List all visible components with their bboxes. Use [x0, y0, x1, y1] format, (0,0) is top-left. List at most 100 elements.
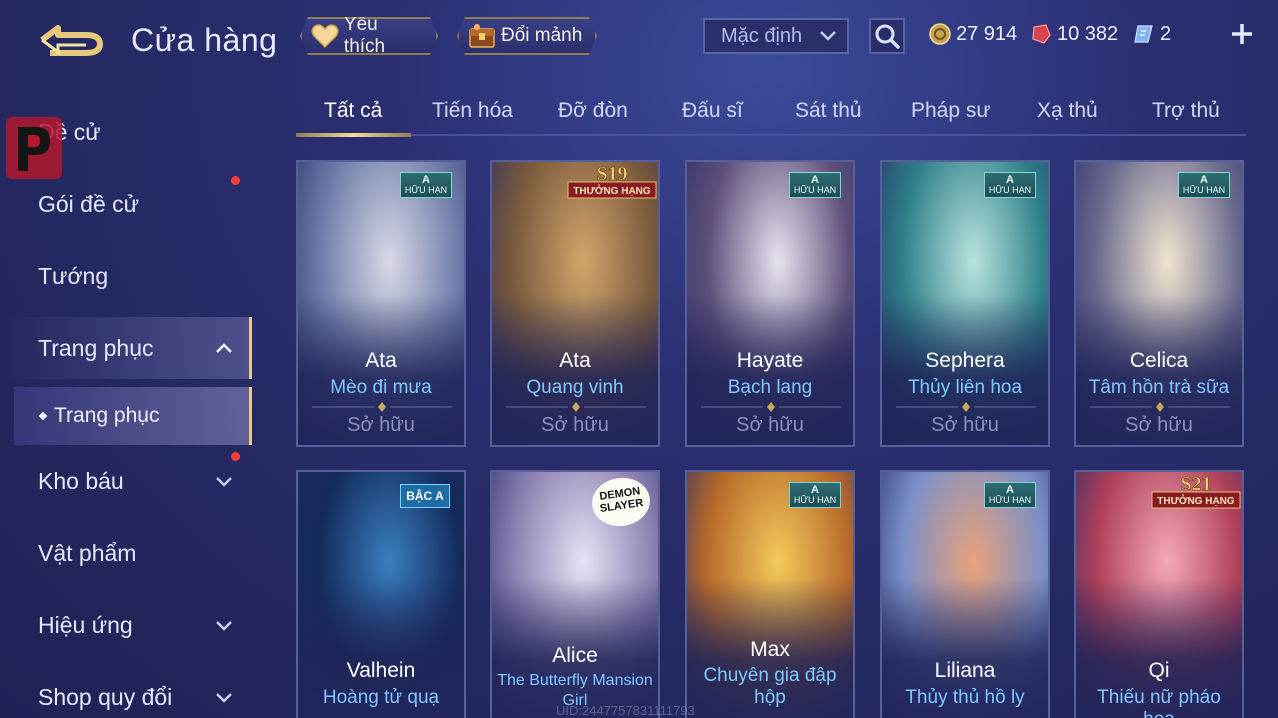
user-id-watermark: UID:2447757831111793 — [556, 703, 695, 718]
svg-text:S19: S19 — [596, 163, 627, 185]
chevron-up-icon — [216, 343, 232, 353]
hero-name: Liliana — [934, 659, 996, 682]
add-currency-icon[interactable] — [1228, 20, 1256, 48]
tab-fighter[interactable]: Đấu sĩ — [682, 99, 743, 123]
fragment-exchange-button[interactable]: Đổi mảnh — [457, 17, 597, 55]
tab-support[interactable]: Trợ thủ — [1152, 99, 1220, 123]
sort-selected-value: Mặc định — [721, 24, 803, 47]
svg-text:THƯỞNG HẠNG: THƯỞNG HẠNG — [573, 184, 651, 197]
limited-a-badge: A HỮU HẠN — [984, 172, 1036, 198]
sidebar-item-label: Shop quy đổi — [38, 683, 173, 710]
tab-evolution[interactable]: Tiến hóa — [432, 99, 513, 123]
skin-name: Hoàng tử quạ — [322, 687, 440, 708]
sidebar-item-exchange-shop[interactable]: Shop quy đổi — [0, 666, 252, 718]
skin-card[interactable]: BẬC A Valhein Hoàng tử quạ — [296, 470, 466, 718]
limited-a-badge: A HỮU HẠN — [1178, 172, 1230, 198]
sidebar-item-label: Gói đề cử — [38, 190, 140, 217]
gold-balance: 27 914 — [929, 20, 1017, 48]
notification-dot — [231, 452, 240, 461]
chest-icon — [467, 21, 497, 51]
sidebar-item-items[interactable]: Vật phẩm — [0, 522, 252, 584]
skin-card[interactable]: DEMON SLAYER Alice The Butterfly Mansion … — [490, 470, 660, 718]
ruby-icon — [1032, 24, 1051, 44]
divider-ornament — [896, 402, 1036, 412]
sidebar-item-label: Trang phục — [38, 334, 154, 361]
skin-grid: A HỮU HẠN Ata Mèo đi mưa Sở hữu S19 THƯỞN… — [296, 160, 1246, 718]
hero-name: Qi — [1148, 659, 1170, 682]
chevron-down-icon — [820, 31, 836, 41]
season-rank-badge: S19 THƯỞNG HẠNG — [567, 163, 657, 199]
skin-name: Mèo đi mưa — [330, 377, 432, 398]
tab-all[interactable]: Tất cả — [324, 99, 382, 123]
owned-status: Sở hữu — [1125, 414, 1193, 436]
hero-name: Max — [750, 638, 790, 661]
notification-dot — [231, 176, 240, 185]
skin-name: Bạch lang — [727, 377, 813, 398]
divider-ornament — [1090, 402, 1230, 412]
sidebar: Đề cử Gói đề cử Tướng Trang phục Trang p… — [0, 95, 252, 718]
favorite-button[interactable]: Yêu thích — [300, 17, 438, 55]
skin-card[interactable]: A HỮU HẠN Liliana Thủy thủ hồ ly — [880, 470, 1050, 718]
sidebar-item-label: Kho báu — [38, 467, 124, 494]
chevron-down-icon — [216, 693, 232, 703]
tab-mage[interactable]: Pháp sư — [911, 99, 990, 123]
hero-name: Hayate — [736, 349, 804, 372]
skin-name: Tâm hồn trà sữa — [1088, 377, 1230, 398]
limited-a-badge: A HỮU HẠN — [789, 482, 841, 508]
back-arrow-icon[interactable] — [36, 22, 106, 58]
voucher-amount: 2 — [1160, 22, 1172, 45]
search-icon — [875, 24, 900, 49]
fragment-label: Đổi mảnh — [501, 25, 583, 46]
skin-card[interactable]: A HỮU HẠN Sephera Thủy liên hoa Sở hữu — [880, 160, 1050, 447]
gold-amount: 27 914 — [956, 22, 1018, 45]
hero-name: Alice — [552, 644, 598, 667]
bullet-icon — [38, 411, 48, 421]
sidebar-subitem-label: Trang phục — [54, 404, 160, 427]
ruby-amount: 10 382 — [1057, 22, 1119, 45]
sidebar-item-heroes[interactable]: Tướng — [0, 245, 252, 307]
skin-name: Thủy liên hoa — [907, 377, 1023, 398]
skin-card[interactable]: S21 THƯỞNG HẠNG Qi Thiếu nữ pháo hoa — [1074, 470, 1244, 718]
chevron-down-icon — [216, 621, 232, 631]
skin-name: Chuyên gia đập hộp — [703, 665, 837, 708]
sidebar-item-effects[interactable]: Hiệu ứng — [0, 594, 252, 656]
skin-card[interactable]: A HỮU HẠN Max Chuyên gia đập hộp — [685, 470, 855, 718]
limited-a-badge: A HỮU HẠN — [400, 172, 452, 198]
hero-name: Valhein — [346, 659, 416, 682]
skin-card[interactable]: A HỮU HẠN Celica Tâm hồn trà sữa Sở hữu — [1074, 160, 1244, 447]
search-button[interactable] — [869, 18, 905, 54]
sidebar-item-skins[interactable]: Trang phục — [0, 317, 252, 379]
sidebar-item-label: Tướng — [38, 262, 109, 289]
skin-card[interactable]: S19 THƯỞNG HẠNG Ata Quang vinh Sở hữu — [490, 160, 660, 447]
owned-status: Sở hữu — [736, 414, 804, 436]
hero-name: Celica — [1129, 349, 1189, 372]
tab-marksman[interactable]: Xạ thủ — [1037, 99, 1098, 123]
svg-text:THƯỞNG HẠNG: THƯỞNG HẠNG — [1157, 494, 1235, 507]
skin-card[interactable]: A HỮU HẠN Ata Mèo đi mưa Sở hữu — [296, 160, 466, 447]
divider-ornament — [506, 402, 646, 412]
page-title: Cửa hàng — [131, 22, 278, 58]
sidebar-item-label: Vật phẩm — [38, 539, 137, 566]
sort-dropdown[interactable]: Mặc định — [703, 18, 849, 54]
overlay-p-logo-icon — [6, 117, 62, 179]
skin-name: Thủy thủ hồ ly — [905, 687, 1025, 708]
sidebar-item-treasure[interactable]: Kho báu — [0, 450, 252, 512]
heart-icon — [310, 21, 340, 51]
limited-a-badge: A HỮU HẠN — [984, 482, 1036, 508]
limited-a-badge: A HỮU HẠN — [789, 172, 841, 198]
skin-name: Quang vinh — [526, 377, 624, 398]
owned-status: Sở hữu — [347, 414, 415, 436]
sidebar-subitem-skins[interactable]: Trang phục — [14, 387, 252, 445]
tab-tank[interactable]: Đỡ đòn — [558, 99, 628, 123]
hero-name: Ata — [559, 349, 591, 372]
skin-card[interactable]: A HỮU HẠN Hayate Bạch lang Sở hữu — [685, 160, 855, 447]
season-rank-badge: S21 THƯỞNG HẠNG — [1151, 473, 1241, 509]
skin-name: Thiếu nữ pháo hoa — [1097, 687, 1221, 718]
voucher-balance: 2 — [1133, 20, 1171, 48]
divider-ornament — [701, 402, 841, 412]
owned-status: Sở hữu — [931, 414, 999, 436]
category-tabs: Tất cả Tiến hóa Đỡ đòn Đấu sĩ Sát thủ Ph… — [296, 92, 1246, 137]
tab-assassin[interactable]: Sát thủ — [795, 99, 862, 123]
divider-ornament — [312, 402, 452, 412]
sidebar-item-recommended-bundle[interactable]: Gói đề cử — [0, 173, 252, 235]
